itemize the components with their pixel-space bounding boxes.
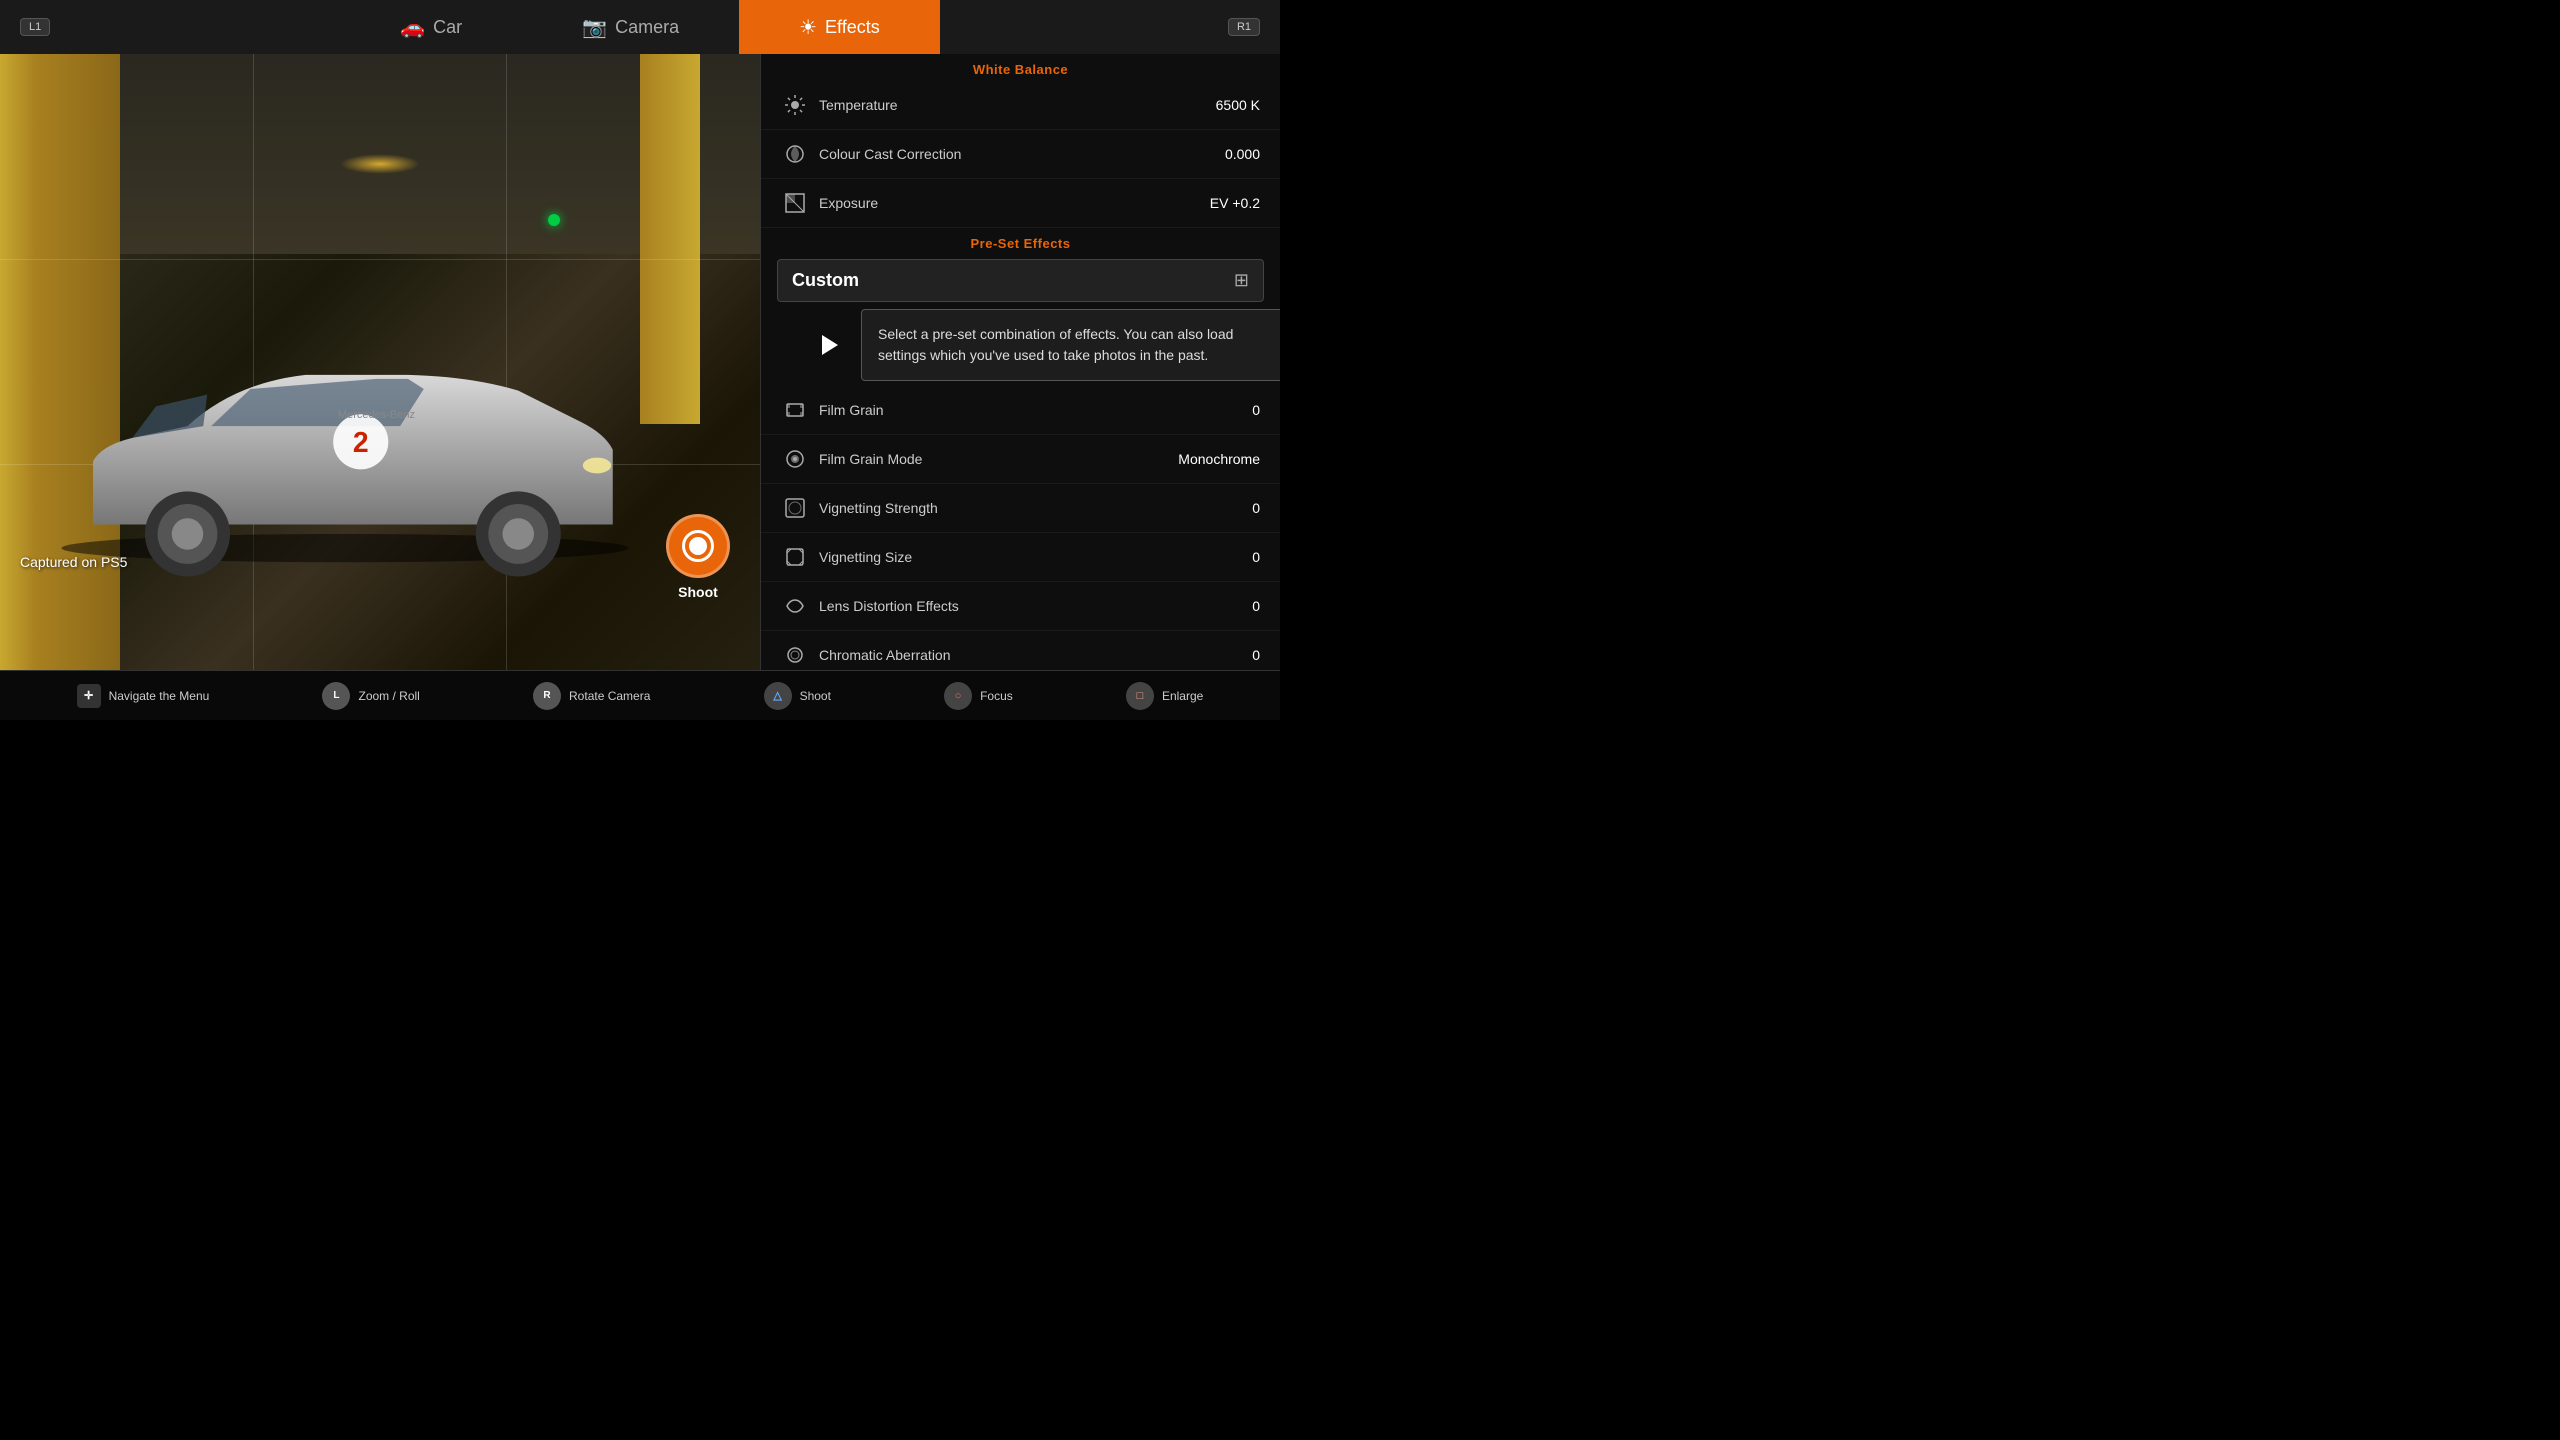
vignetting-size-value: 0	[1252, 549, 1260, 565]
preset-section: Custom ⊞ Select a pre-set combination of…	[761, 255, 1280, 306]
car-brand: Mercedes-Benz	[338, 409, 415, 421]
film-grain-label: Film Grain	[819, 402, 1252, 418]
tooltip-text: Select a pre-set combination of effects.…	[878, 326, 1233, 363]
tab-effects-label: Effects	[825, 17, 880, 38]
vignetting-size-row[interactable]: Vignetting Size 0	[761, 533, 1280, 582]
tab-car[interactable]: 🚗 Car	[340, 0, 522, 54]
tab-camera[interactable]: 📷 Camera	[522, 0, 739, 54]
film-grain-row[interactable]: Film Grain 0	[761, 386, 1280, 435]
lb-button[interactable]: L1	[20, 18, 50, 36]
film-grain-value: 0	[1252, 402, 1260, 418]
tab-effects[interactable]: ☀ Effects	[739, 0, 940, 54]
vignetting-size-label: Vignetting Size	[819, 549, 1252, 565]
control-navigate: ✛ Navigate the Menu	[77, 684, 210, 708]
control-zoom: L Zoom / Roll	[322, 682, 419, 710]
exposure-value: EV +0.2	[1210, 195, 1260, 211]
nav-tabs: 🚗 Car 📷 Camera ☀ Effects	[340, 0, 940, 54]
square-button-icon: □	[1126, 682, 1154, 710]
lens-distortion-value: 0	[1252, 598, 1260, 614]
headlight	[583, 458, 611, 474]
navigate-label: Navigate the Menu	[109, 689, 210, 703]
temperature-value: 6500 K	[1216, 97, 1260, 113]
shoot-label: Shoot	[678, 584, 718, 600]
control-enlarge: □ Enlarge	[1126, 682, 1203, 710]
race-number: 2	[353, 427, 369, 459]
bottom-controls-bar: ✛ Navigate the Menu L Zoom / Roll R Rota…	[0, 670, 1280, 720]
vignetting-strength-value: 0	[1252, 500, 1260, 516]
white-balance-header: White Balance	[761, 54, 1280, 81]
front-wheel-hub	[503, 518, 535, 550]
chromatic-aberration-icon	[781, 641, 809, 669]
film-grain-mode-value: Monochrome	[1178, 451, 1260, 467]
triangle-button-icon: △	[764, 682, 792, 710]
top-navigation: L1 🚗 Car 📷 Camera ☀ Effects R1	[0, 0, 1280, 54]
camera-icon: 📷	[582, 15, 607, 40]
rotate-label: Rotate Camera	[569, 689, 650, 703]
exposure-label: Exposure	[819, 195, 1210, 211]
rb-button[interactable]: R1	[1228, 18, 1260, 36]
cursor-arrow-icon	[822, 335, 838, 355]
camera-view: 2 Mercedes-Benz Captured on PS5	[0, 54, 760, 670]
film-grain-mode-icon	[781, 445, 809, 473]
zoom-label: Zoom / Roll	[358, 689, 419, 703]
tab-camera-label: Camera	[615, 17, 679, 38]
temperature-row[interactable]: Temperature 6500 K	[761, 81, 1280, 130]
lens-distortion-icon	[781, 592, 809, 620]
preset-grid-icon: ⊞	[1234, 270, 1249, 291]
rear-wheel-hub	[172, 518, 204, 550]
vignetting-strength-label: Vignetting Strength	[819, 500, 1252, 516]
enlarge-label: Enlarge	[1162, 689, 1203, 703]
circle-button-icon: ○	[944, 682, 972, 710]
exposure-icon	[781, 189, 809, 217]
preset-value: Custom	[792, 270, 859, 291]
control-rotate: R Rotate Camera	[533, 682, 650, 710]
content-area: 2 Mercedes-Benz Captured on PS5	[0, 54, 1280, 670]
colour-cast-row[interactable]: Colour Cast Correction 0.000	[761, 130, 1280, 179]
car-container: 2 Mercedes-Benz	[30, 270, 660, 590]
shoot-control-label: Shoot	[800, 689, 831, 703]
dpad-icon: ✛	[77, 684, 101, 708]
film-grain-icon	[781, 396, 809, 424]
colour-cast-value: 0.000	[1225, 146, 1260, 162]
vignetting-size-icon	[781, 543, 809, 571]
camera-shutter-icon	[682, 530, 714, 562]
vignetting-strength-icon	[781, 494, 809, 522]
r-stick-icon: R	[533, 682, 561, 710]
shoot-button[interactable]	[666, 514, 730, 578]
control-focus: ○ Focus	[944, 682, 1013, 710]
temperature-icon	[781, 91, 809, 119]
car-svg: 2 Mercedes-Benz	[30, 270, 660, 590]
chromatic-aberration-value: 0	[1252, 647, 1260, 663]
ambient-light	[340, 154, 420, 174]
colour-cast-icon	[781, 140, 809, 168]
colour-cast-label: Colour Cast Correction	[819, 146, 1225, 162]
camera-background: 2 Mercedes-Benz Captured on PS5	[0, 54, 760, 670]
control-shoot: △ Shoot	[764, 682, 831, 710]
preset-selector[interactable]: Custom ⊞	[777, 259, 1264, 302]
chromatic-aberration-row[interactable]: Chromatic Aberration 0	[761, 631, 1280, 670]
lens-distortion-row[interactable]: Lens Distortion Effects 0	[761, 582, 1280, 631]
right-panel: White Balance Temperature 6500 K Colour …	[760, 54, 1280, 670]
captured-label: Captured on PS5	[20, 554, 127, 570]
focus-label: Focus	[980, 689, 1013, 703]
shutter-inner	[689, 537, 707, 555]
tab-car-label: Car	[433, 17, 462, 38]
preset-tooltip: Select a pre-set combination of effects.…	[861, 309, 1280, 381]
l-stick-icon: L	[322, 682, 350, 710]
vignetting-strength-row[interactable]: Vignetting Strength 0	[761, 484, 1280, 533]
shoot-button-container: Shoot	[666, 514, 730, 600]
car-icon: 🚗	[400, 15, 425, 40]
film-grain-mode-label: Film Grain Mode	[819, 451, 1178, 467]
traffic-light	[548, 214, 560, 226]
chromatic-aberration-label: Chromatic Aberration	[819, 647, 1252, 663]
sun-icon: ☀	[799, 15, 817, 40]
film-grain-mode-row[interactable]: Film Grain Mode Monochrome	[761, 435, 1280, 484]
temperature-label: Temperature	[819, 97, 1216, 113]
exposure-row[interactable]: Exposure EV +0.2	[761, 179, 1280, 228]
lens-distortion-label: Lens Distortion Effects	[819, 598, 1252, 614]
preset-effects-header: Pre-Set Effects	[761, 228, 1280, 255]
